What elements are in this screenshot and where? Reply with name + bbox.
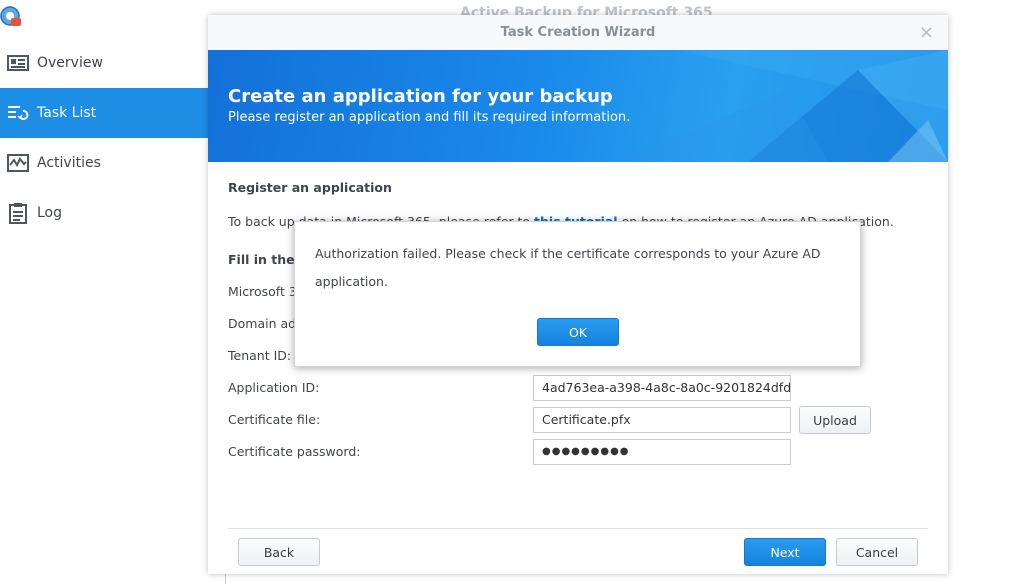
domain-label: Domain ad	[228, 316, 297, 331]
certificate-file-label: Certificate file:	[228, 412, 321, 427]
certificate-file-input[interactable]: Certificate.pfx	[533, 407, 791, 433]
cancel-button[interactable]: Cancel	[836, 538, 918, 566]
sidebar-item-task-list[interactable]: Task List	[0, 88, 208, 138]
overview-icon	[7, 52, 29, 74]
sidebar-item-overview[interactable]: Overview	[0, 38, 208, 88]
wizard-title: Task Creation Wizard	[500, 25, 656, 40]
log-icon	[7, 202, 29, 224]
footer-divider	[228, 528, 928, 529]
certificate-password-input[interactable]: ●●●●●●●●●	[533, 439, 791, 465]
sidebar-item-label: Task List	[37, 105, 97, 121]
certificate-password-label: Certificate password:	[228, 444, 361, 459]
application-id-label: Application ID:	[228, 380, 320, 395]
task-list-icon	[7, 102, 29, 124]
sidebar-item-log[interactable]: Log	[0, 188, 208, 238]
upload-button[interactable]: Upload	[799, 406, 871, 434]
authorization-alert-dialog: Authorization failed. Please check if th…	[294, 221, 861, 367]
app-logo-icon	[0, 6, 22, 28]
close-icon[interactable]: ×	[919, 15, 934, 50]
back-button[interactable]: Back	[238, 538, 320, 566]
sidebar-item-activities[interactable]: Activities	[0, 138, 208, 188]
banner-title: Create an application for your backup	[228, 86, 613, 107]
ok-button[interactable]: OK	[537, 318, 619, 346]
application-id-input[interactable]: 4ad763ea-a398-4a8c-8a0c-9201824dfd4	[533, 375, 791, 401]
microsoft-label: Microsoft 3	[228, 284, 297, 299]
sidebar-item-label: Overview	[37, 55, 103, 71]
register-heading: Register an application	[228, 180, 392, 195]
wizard-banner: Create an application for your backup Pl…	[208, 50, 948, 162]
tenant-id-label: Tenant ID:	[228, 348, 292, 363]
activities-icon	[7, 152, 29, 174]
sidebar: Overview Task List Activities Log	[0, 38, 208, 238]
sidebar-item-label: Activities	[37, 155, 101, 171]
banner-subtitle: Please register an application and fill …	[228, 110, 631, 125]
wizard-titlebar: Task Creation Wizard ×	[208, 15, 948, 50]
next-button[interactable]: Next	[744, 538, 826, 566]
sidebar-item-label: Log	[37, 205, 63, 221]
alert-message: Authorization failed. Please check if th…	[315, 246, 821, 289]
fill-heading: Fill in the	[228, 252, 295, 267]
